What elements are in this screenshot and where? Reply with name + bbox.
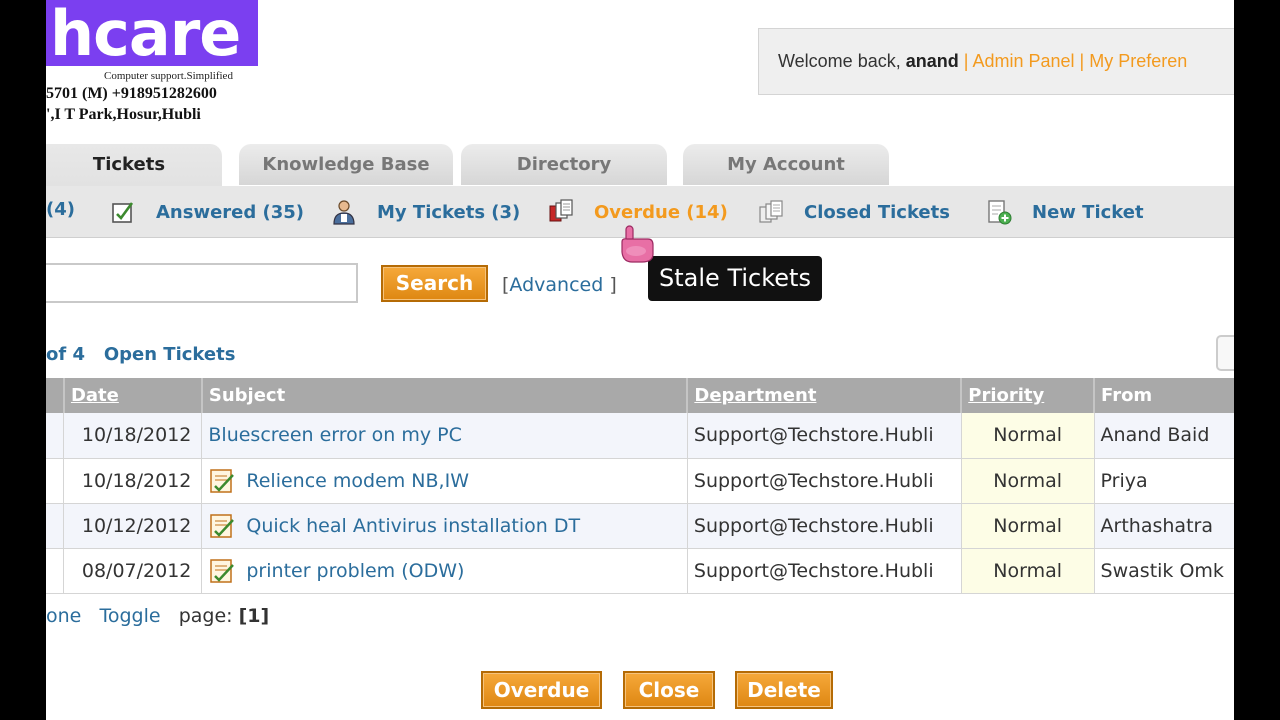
hand-cursor-icon	[621, 225, 654, 263]
user-icon	[333, 200, 355, 225]
ticket-table: Date Subject Department Priority From 10…	[46, 378, 1234, 594]
table-row[interactable]: 10/18/2012 Relience modem NB,IW Support@…	[46, 458, 1234, 504]
department-cell: Support@Techstore.Hubli	[687, 458, 962, 504]
my-preferences-link[interactable]: My Preferen	[1089, 51, 1187, 71]
priority-column-header[interactable]: Priority	[961, 378, 1096, 413]
mark-overdue-button[interactable]: Overdue	[481, 671, 602, 709]
internal-note-icon	[210, 558, 235, 583]
toggle-link[interactable]: Toggle	[99, 605, 160, 627]
new-ticket-link[interactable]: New Ticket	[986, 199, 1144, 225]
from-cell: Swastik Omk	[1094, 548, 1234, 594]
listing-count: of 4	[46, 344, 85, 365]
subject-column-header: Subject	[201, 378, 689, 413]
closed-docs-icon	[759, 200, 783, 223]
priority-cell: Normal	[961, 458, 1095, 504]
delete-tickets-button[interactable]: Delete	[735, 671, 833, 709]
logo-text: hcare	[50, 0, 241, 66]
answered-tickets-link[interactable]: Answered (35)	[110, 199, 304, 225]
answered-check-icon	[112, 202, 134, 223]
priority-cell: Normal	[961, 548, 1095, 594]
contact-phone: 5701 (M) +918951282600	[46, 85, 217, 102]
my-tickets-link[interactable]: My Tickets (3)	[331, 199, 520, 225]
tab-directory[interactable]: Directory	[461, 144, 667, 185]
table-header-row: Date Subject Department Priority From	[46, 378, 1234, 413]
subject-cell: Relience modem NB,IW	[201, 458, 688, 504]
separator: |	[963, 51, 969, 71]
ticket-subject-link[interactable]: printer problem (ODW)	[246, 560, 464, 582]
row-select-cell[interactable]	[46, 503, 65, 549]
ticket-subject-link[interactable]: Relience modem NB,IW	[246, 470, 469, 492]
close-tickets-button[interactable]: Close	[623, 671, 715, 709]
open-tickets-link[interactable]: (4)	[46, 199, 75, 220]
subject-cell: printer problem (ODW)	[201, 548, 688, 594]
row-select-cell[interactable]	[46, 413, 65, 459]
from-cell: Priya	[1094, 458, 1234, 504]
logo-tagline: Computer support.Simplified	[104, 70, 233, 82]
search-button[interactable]: Search	[381, 265, 488, 302]
select-none-link[interactable]: one	[46, 605, 81, 627]
advanced-label: Advanced	[509, 274, 604, 296]
contact-address: ',I T Park,Hosur,Hubli	[46, 106, 201, 123]
select-column-header	[46, 378, 65, 413]
open-count: (4)	[46, 199, 75, 220]
logo: hcare	[46, 0, 258, 66]
date-cell: 10/12/2012	[63, 503, 203, 549]
overdue-docs-icon	[549, 199, 573, 222]
browser-viewport: hcare Computer support.Simplified 5701 (…	[46, 0, 1234, 720]
search-input[interactable]	[46, 263, 358, 303]
listing-title: of 4 Open Tickets	[46, 344, 235, 365]
date-column-header[interactable]: Date	[63, 378, 203, 413]
advanced-search-link[interactable]: [Advanced ]	[502, 274, 617, 296]
tooltip: Stale Tickets	[648, 256, 822, 301]
internal-note-icon	[210, 468, 235, 493]
department-cell: Support@Techstore.Hubli	[687, 413, 962, 459]
tab-tickets[interactable]: Tickets	[46, 144, 222, 186]
welcome-line: Welcome back, anand | Admin Panel | My P…	[778, 51, 1187, 72]
overdue-tickets-link[interactable]: Overdue (14)	[548, 199, 728, 225]
priority-cell: Normal	[961, 503, 1095, 549]
table-row[interactable]: 08/07/2012 printer problem (ODW) Support…	[46, 548, 1234, 594]
listing-heading: Open Tickets	[103, 344, 236, 365]
overdue-label: Overdue (14)	[594, 201, 728, 223]
date-cell: 10/18/2012	[63, 458, 203, 504]
row-select-cell[interactable]	[46, 548, 65, 594]
closed-tickets-label: Closed Tickets	[804, 201, 950, 223]
from-cell: Anand Baid	[1094, 413, 1234, 459]
admin-panel-link[interactable]: Admin Panel	[972, 51, 1074, 71]
tab-knowledge-base[interactable]: Knowledge Base	[239, 144, 453, 185]
advanced-bracket-close: ]	[603, 274, 617, 296]
date-cell: 08/07/2012	[63, 548, 203, 594]
from-column-header: From	[1094, 378, 1234, 413]
department-cell: Support@Techstore.Hubli	[687, 548, 962, 594]
tab-my-account[interactable]: My Account	[683, 144, 889, 185]
subject-cell: Bluescreen error on my PC	[201, 413, 688, 459]
row-select-cell[interactable]	[46, 458, 65, 504]
ticket-subject-link[interactable]: Quick heal Antivirus installation DT	[246, 515, 580, 537]
welcome-panel: Welcome back, anand | Admin Panel | My P…	[758, 28, 1234, 95]
separator: |	[1079, 51, 1085, 71]
department-column-header[interactable]: Department	[687, 378, 963, 413]
subject-cell: Quick heal Antivirus installation DT	[201, 503, 688, 549]
welcome-text: Welcome back,	[778, 51, 901, 71]
table-footer: one Toggle page: [1]	[46, 605, 269, 627]
date-cell: 10/18/2012	[63, 413, 203, 459]
internal-note-icon	[210, 513, 235, 538]
username: anand	[905, 51, 959, 71]
table-row[interactable]: 10/12/2012 Quick heal Antivirus installa…	[46, 503, 1234, 549]
closed-tickets-link[interactable]: Closed Tickets	[758, 199, 950, 225]
current-page[interactable]: [1]	[239, 605, 270, 627]
from-cell: Arthashatra	[1094, 503, 1234, 549]
refresh-icon[interactable]	[1216, 335, 1234, 371]
table-row[interactable]: 10/18/2012 Bluescreen error on my PC Sup…	[46, 413, 1234, 459]
my-tickets-label: My Tickets (3)	[377, 201, 521, 223]
priority-cell: Normal	[961, 413, 1095, 459]
answered-label: Answered (35)	[156, 201, 305, 223]
new-ticket-label: New Ticket	[1032, 201, 1144, 223]
new-ticket-icon	[988, 200, 1012, 225]
page-label: page:	[178, 605, 233, 627]
ticket-subject-link[interactable]: Bluescreen error on my PC	[208, 424, 462, 446]
department-cell: Support@Techstore.Hubli	[687, 503, 962, 549]
